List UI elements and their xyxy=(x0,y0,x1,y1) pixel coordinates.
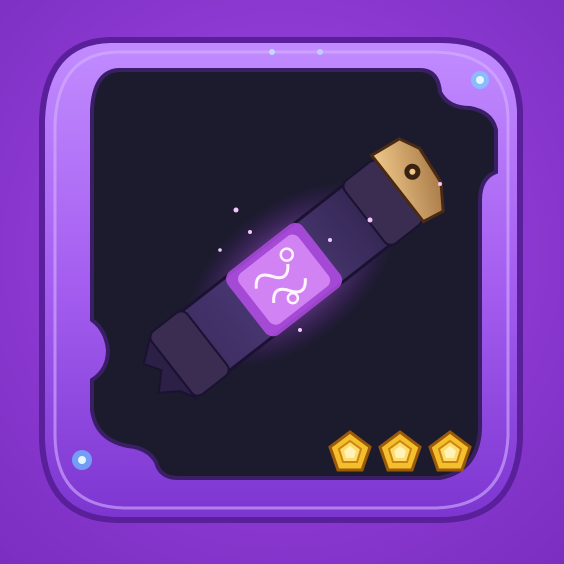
card-frame xyxy=(39,37,523,523)
pentagon-gem-icon xyxy=(328,430,372,472)
item-card[interactable] xyxy=(0,0,564,564)
pentagon-gem-icon xyxy=(378,430,422,472)
pentagon-gem-icon xyxy=(428,430,472,472)
rarity-stars xyxy=(326,428,476,476)
